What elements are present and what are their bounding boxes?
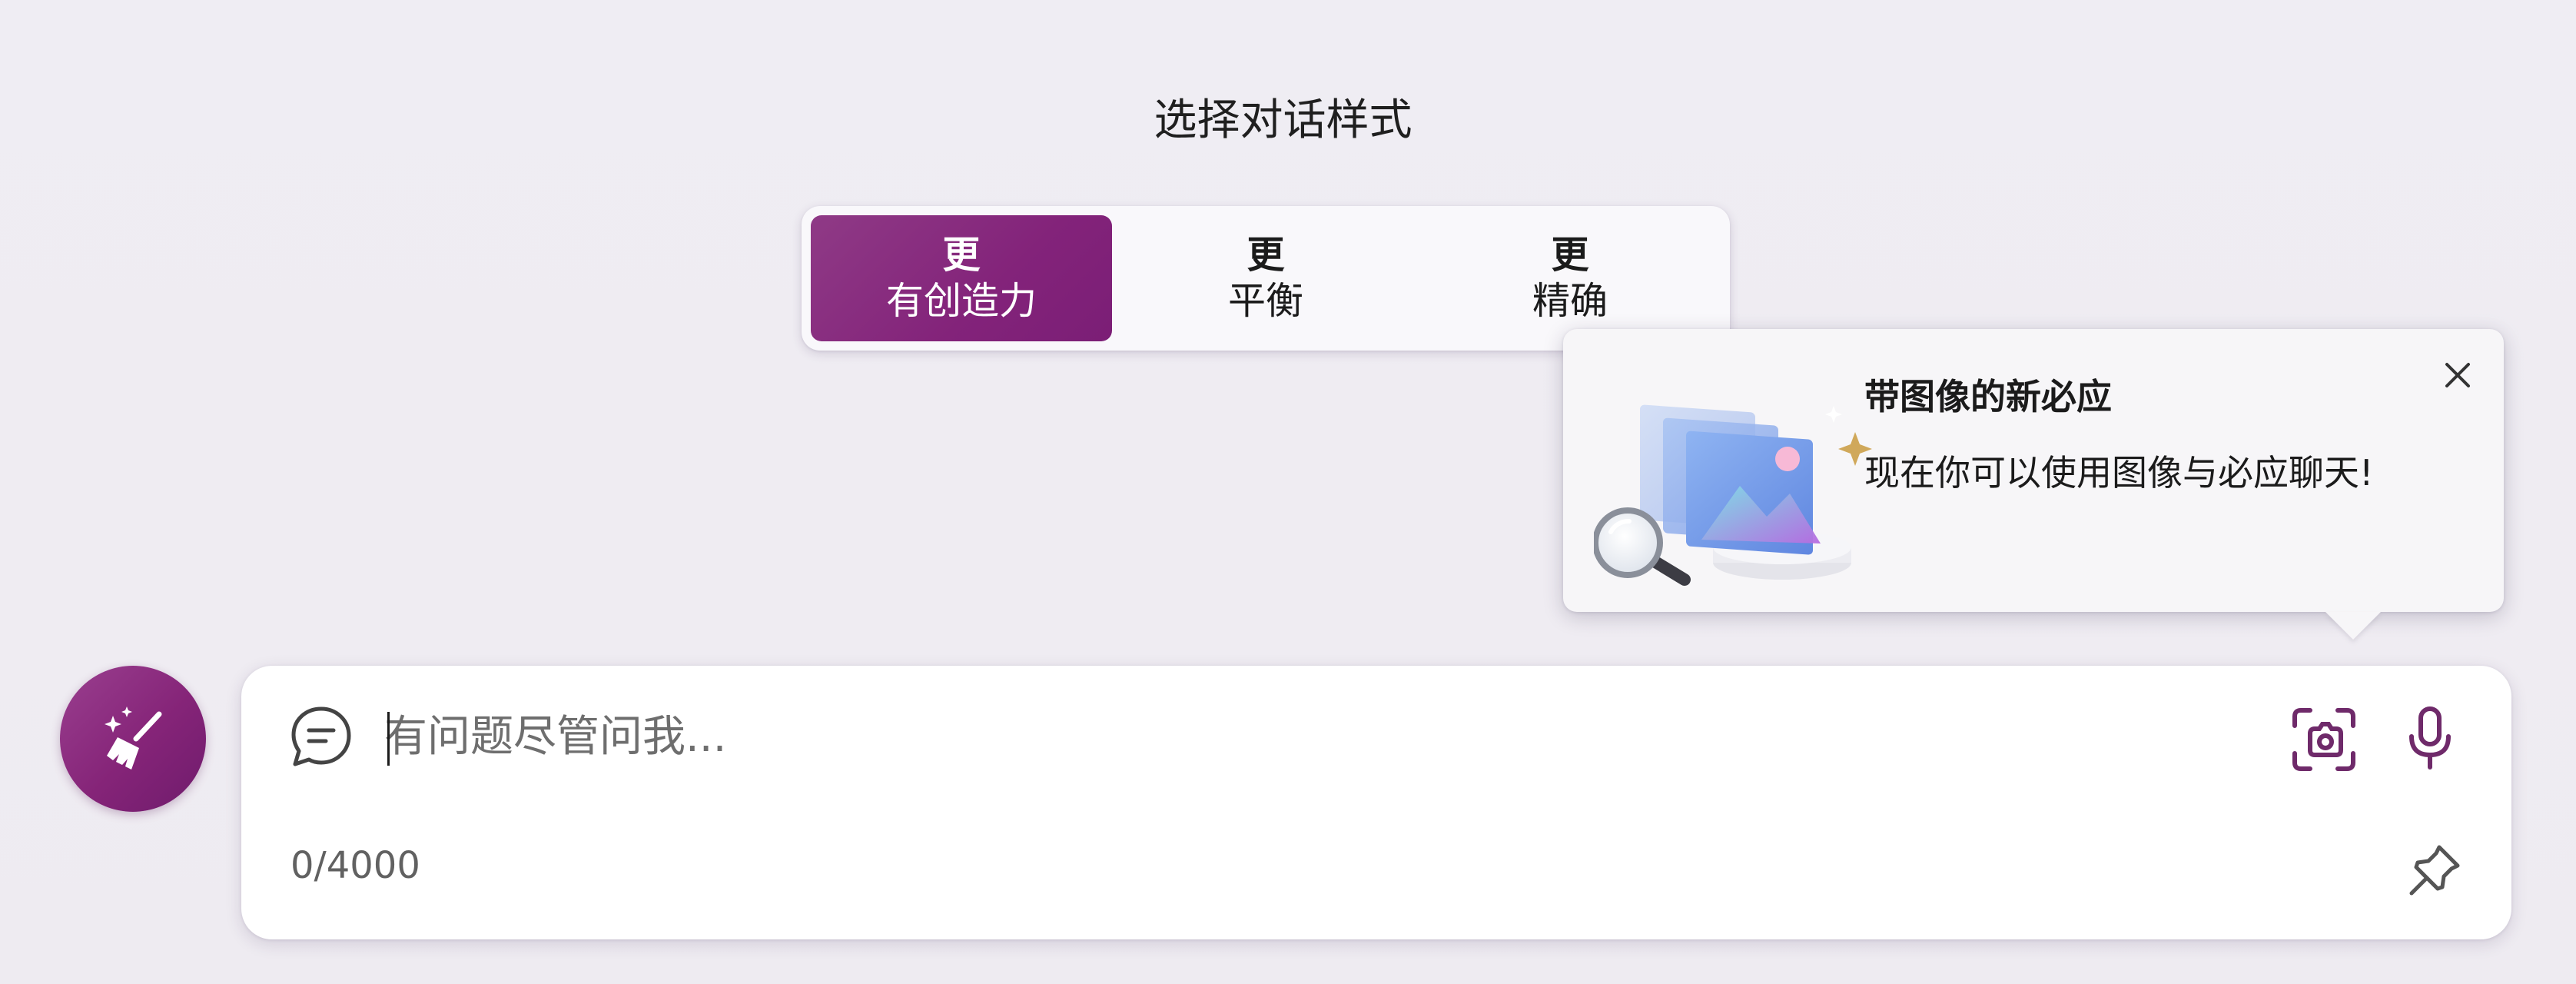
tone-option-precise[interactable]: 更 精确	[1419, 215, 1721, 341]
broom-sparkle-icon	[105, 706, 162, 770]
tone-option-balanced-label: 平衡	[1227, 279, 1303, 323]
popup-title: 带图像的新必应	[1864, 376, 2112, 417]
new-bing-image-popup: 带图像的新必应 现在你可以使用图像与必应聊天!	[1563, 329, 2504, 640]
microphone-icon[interactable]	[2393, 701, 2467, 775]
conversation-style-title: 选择对话样式	[0, 86, 2576, 155]
close-icon[interactable]	[2438, 355, 2478, 395]
conversation-style-title-text: 选择对话样式	[1154, 95, 1412, 145]
tone-option-creative[interactable]: 更 有创造力	[811, 215, 1112, 341]
new-topic-button[interactable]	[60, 666, 206, 812]
popup-body: 现在你可以使用图像与必应聊天!	[1864, 452, 2374, 494]
camera-scan-icon[interactable]	[2287, 703, 2361, 776]
text-caret	[387, 712, 390, 766]
tone-option-balanced[interactable]: 更 平衡	[1115, 215, 1416, 341]
chat-input[interactable]	[384, 696, 2305, 776]
tone-option-balanced-prefix: 更	[1247, 233, 1285, 277]
tone-option-precise-prefix: 更	[1551, 233, 1589, 277]
chat-bubble-icon	[291, 706, 351, 766]
tone-option-creative-prefix: 更	[942, 233, 981, 277]
tone-option-precise-label: 精确	[1532, 279, 1608, 323]
character-count: 0/4000	[290, 844, 420, 887]
chat-composer: 0/4000	[241, 666, 2511, 939]
image-magnifier-illustration	[1594, 404, 1872, 586]
pin-icon[interactable]	[2405, 841, 2464, 899]
popup-arrow	[2325, 612, 2381, 640]
tone-option-creative-label: 有创造力	[885, 279, 1037, 323]
